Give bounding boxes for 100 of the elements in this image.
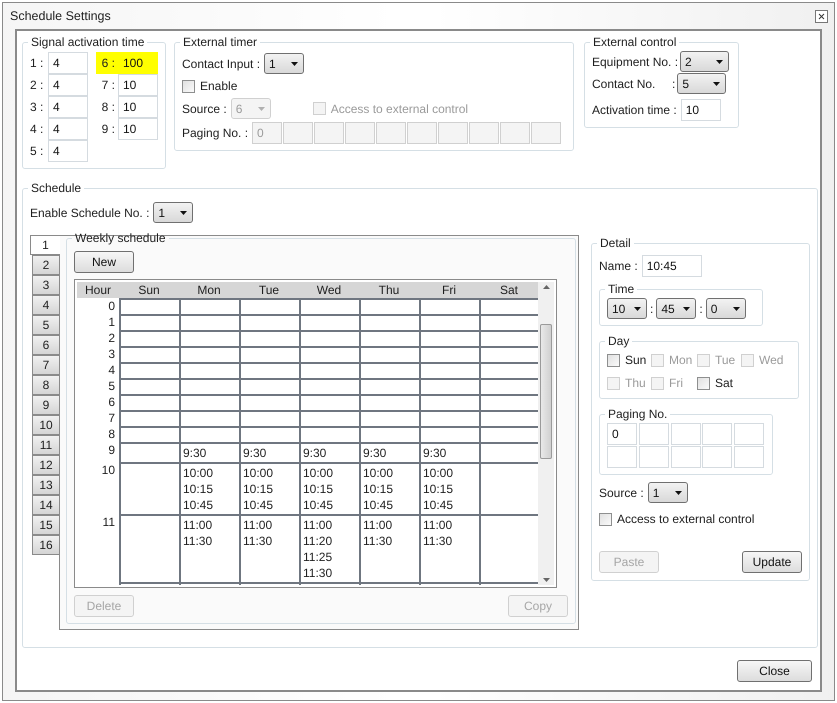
- time-entry: 9:30: [363, 445, 388, 461]
- button[interactable]: Update: [742, 551, 802, 573]
- input-field[interactable]: [438, 122, 468, 144]
- tab[interactable]: 7: [32, 355, 60, 375]
- tab[interactable]: 16: [32, 535, 60, 555]
- dropdown[interactable]: 0: [706, 298, 746, 319]
- hour-cell-text: 7: [107, 410, 116, 426]
- table-cell: [119, 330, 179, 346]
- time-entry: 10:45: [363, 497, 394, 513]
- input-field[interactable]: 4: [48, 52, 88, 74]
- input-field[interactable]: [734, 423, 764, 445]
- caret-icon: [716, 60, 724, 64]
- group-title: Signal activation time: [30, 34, 146, 51]
- group-title: Weekly schedule: [74, 230, 166, 247]
- tab[interactable]: 6: [32, 335, 60, 355]
- group-title: Time: [607, 281, 636, 298]
- table-cell: [179, 378, 239, 394]
- input-field[interactable]: [531, 122, 562, 144]
- input-field[interactable]: [670, 446, 701, 468]
- caret-icon: [180, 210, 188, 214]
- input-field[interactable]: [500, 122, 530, 144]
- table-cell: [179, 314, 239, 330]
- input-field[interactable]: 4: [48, 140, 88, 162]
- checkbox[interactable]: Sat: [697, 374, 741, 392]
- dropdown[interactable]: 1: [648, 482, 688, 503]
- checkbox[interactable]: Sun: [607, 351, 651, 369]
- input-field[interactable]: [702, 446, 732, 468]
- input-field[interactable]: 4: [48, 96, 88, 118]
- tab[interactable]: 3: [32, 275, 60, 295]
- label: Enable Schedule No. :: [30, 204, 150, 222]
- tab[interactable]: 1: [30, 235, 60, 255]
- dropdown[interactable]: 1: [264, 53, 304, 74]
- input-field[interactable]: [376, 122, 406, 144]
- table-cell: [419, 378, 479, 394]
- table-cell: [239, 394, 299, 410]
- input-field[interactable]: 10: [118, 96, 158, 118]
- scroll-up-icon[interactable]: [542, 285, 550, 289]
- tab[interactable]: 9: [32, 395, 60, 415]
- time-entry: 11:00: [363, 517, 394, 533]
- input-field[interactable]: [638, 446, 669, 468]
- dropdown[interactable]: 2: [680, 51, 730, 72]
- time-entry: 11:25: [303, 549, 334, 565]
- input-field[interactable]: [638, 423, 669, 445]
- button[interactable]: Close: [737, 660, 812, 682]
- input-field[interactable]: [670, 423, 701, 445]
- input-field[interactable]: 4: [48, 74, 88, 96]
- input-field[interactable]: [469, 122, 500, 144]
- input-field[interactable]: [734, 446, 764, 468]
- label: 9 :: [100, 121, 116, 138]
- close-icon[interactable]: [815, 10, 828, 22]
- hour-cell-text: 5: [107, 378, 116, 394]
- hour-cell-text: 11: [102, 514, 116, 531]
- input-field[interactable]: 4: [48, 118, 88, 140]
- tab[interactable]: 4: [32, 295, 60, 315]
- dropdown[interactable]: 10: [607, 298, 647, 319]
- table-cell: [299, 298, 359, 314]
- input-field[interactable]: 10:45: [642, 255, 702, 277]
- tab[interactable]: 10: [32, 415, 60, 435]
- tab[interactable]: 8: [32, 375, 60, 395]
- table-cell: [299, 410, 359, 426]
- tab[interactable]: 13: [32, 475, 60, 495]
- dropdown[interactable]: 45: [656, 298, 696, 319]
- input-field[interactable]: 0: [607, 423, 637, 445]
- label: 1 :: [30, 55, 44, 72]
- tab[interactable]: 5: [32, 315, 60, 335]
- column-header: Tue: [258, 282, 280, 298]
- input-field[interactable]: [407, 122, 438, 144]
- tab[interactable]: 12: [32, 455, 60, 475]
- group-title: External control: [592, 34, 678, 51]
- time-entry: 11:30: [303, 565, 334, 581]
- group-title: Paging No.: [607, 406, 668, 423]
- scrollbar[interactable]: [538, 282, 554, 585]
- input-field[interactable]: [607, 446, 637, 468]
- scroll-down-icon[interactable]: [542, 578, 550, 582]
- input-field[interactable]: [345, 122, 376, 144]
- input-field[interactable]: 10: [118, 74, 158, 96]
- dropdown[interactable]: 1: [153, 202, 194, 223]
- checkbox[interactable]: Access to external control: [599, 510, 802, 528]
- tab[interactable]: 2: [32, 255, 60, 275]
- table-cell: [419, 346, 479, 362]
- label: 7 :: [100, 77, 116, 94]
- input-field[interactable]: 10: [118, 118, 158, 140]
- input-field[interactable]: [702, 423, 732, 445]
- tab[interactable]: 14: [32, 495, 60, 515]
- time-entry: 11:30: [243, 533, 274, 549]
- group-title: Detail: [599, 235, 632, 252]
- dropdown[interactable]: 5: [677, 73, 726, 94]
- input-field[interactable]: [314, 122, 344, 144]
- button[interactable]: New: [74, 251, 134, 273]
- input-field[interactable]: [283, 122, 314, 144]
- time-entry: 11:00: [183, 517, 214, 533]
- input-field[interactable]: 10: [680, 99, 721, 121]
- hour-cell-text: 10: [100, 462, 116, 479]
- group-title: Day: [607, 333, 630, 350]
- checkbox[interactable]: Enable: [182, 77, 566, 95]
- tab[interactable]: 11: [32, 435, 60, 455]
- hour-cell-text: 3: [107, 346, 116, 362]
- tab[interactable]: 15: [32, 515, 60, 535]
- label: 4 :: [30, 121, 44, 138]
- table-cell: [239, 314, 299, 330]
